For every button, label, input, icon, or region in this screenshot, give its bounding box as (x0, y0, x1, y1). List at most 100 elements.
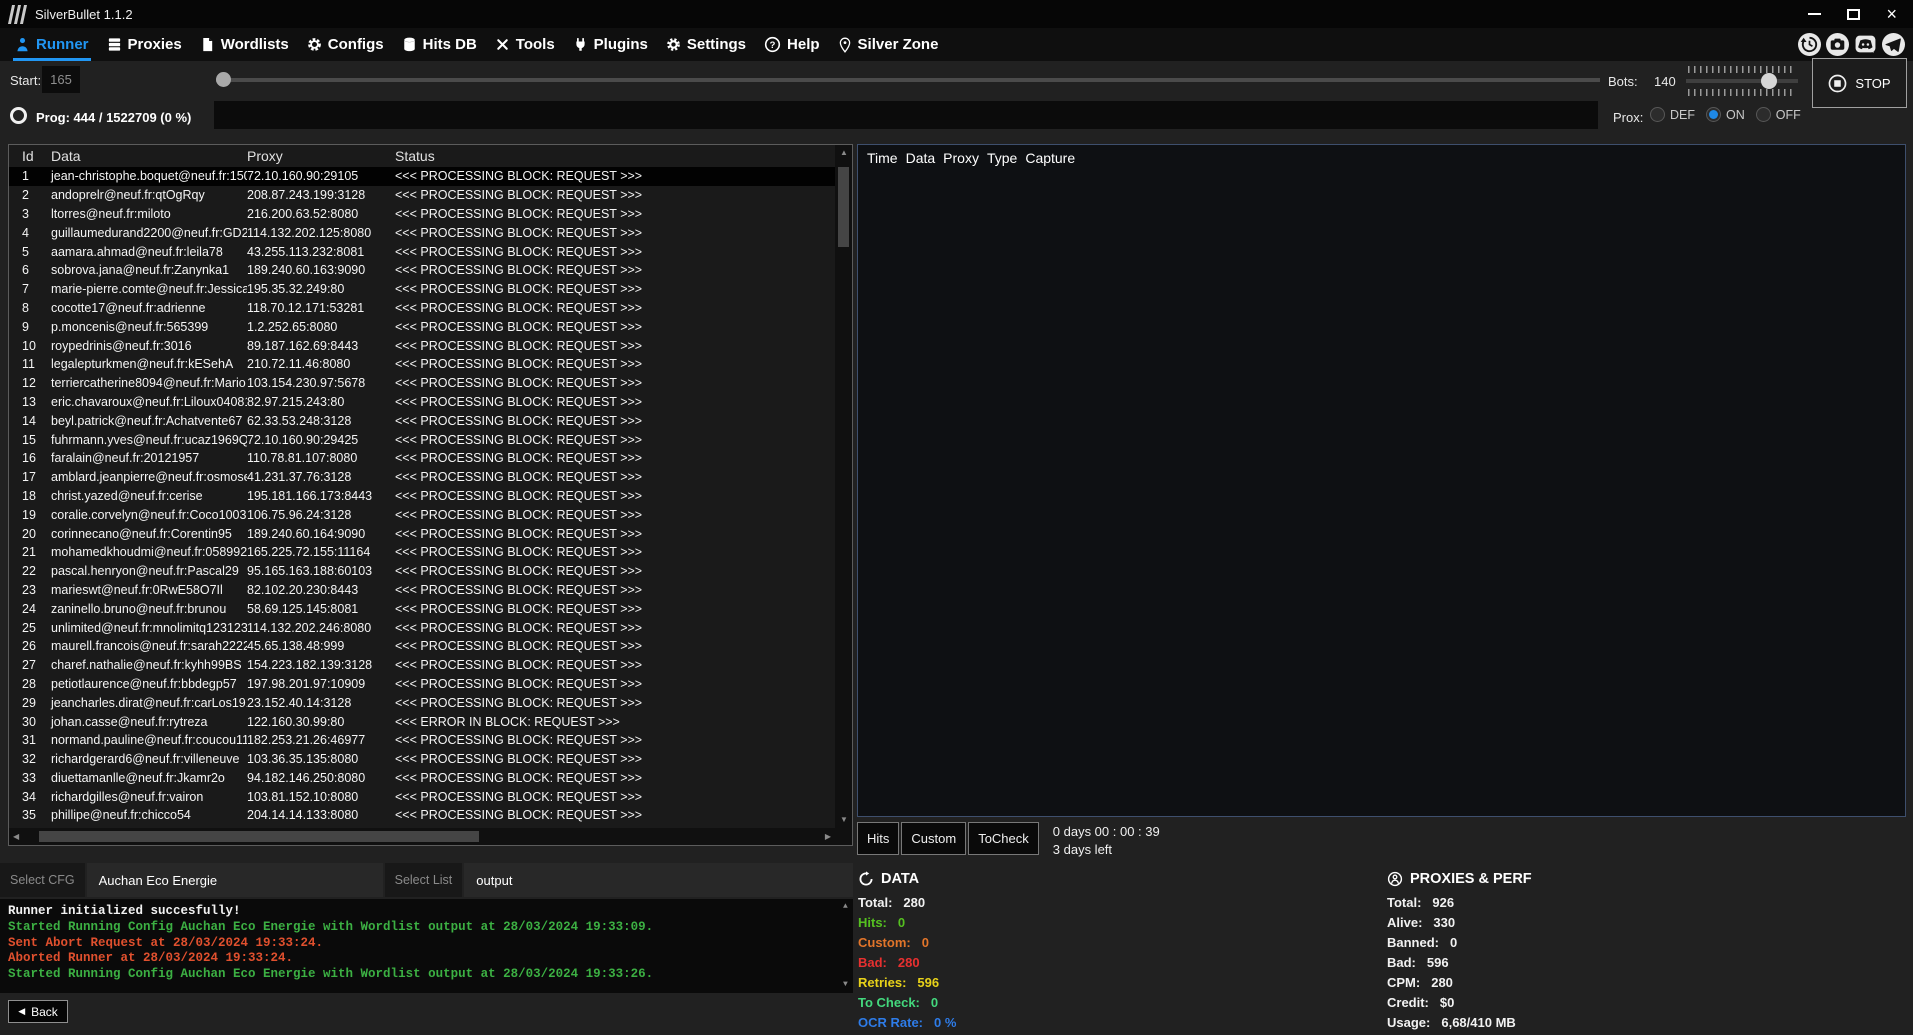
minimize-button[interactable] (1808, 13, 1821, 15)
start-input[interactable]: 165 (42, 66, 80, 93)
radio-icon[interactable] (1706, 107, 1721, 122)
prox-option-on[interactable]: ON (1706, 107, 1745, 122)
tab-tocheck[interactable]: ToCheck (968, 822, 1039, 855)
table-row[interactable]: 19coralie.corvelyn@neuf.fr:Coco10039106.… (9, 505, 835, 524)
vertical-scrollbar-thumb[interactable] (838, 167, 849, 247)
table-row[interactable]: 5aamara.ahmad@neuf.fr:leila7843.255.113.… (9, 242, 835, 261)
vertical-scrollbar[interactable]: ▲ ▼ (835, 145, 852, 828)
log-line: Started Running Config Auchan Eco Energi… (8, 920, 837, 936)
stat-line: Total:280 (858, 892, 956, 912)
table-row[interactable]: 28petiotlaurence@neuf.fr:bbdegp57197.98.… (9, 675, 835, 694)
table-cell: marieswt@neuf.fr:0RwE58O7Il (49, 583, 247, 597)
table-row[interactable]: 14beyl.patrick@neuf.fr:Achatvente6762.33… (9, 411, 835, 430)
close-button[interactable]: × (1886, 5, 1897, 23)
start-slider[interactable] (216, 72, 1600, 88)
table-row[interactable]: 10roypedrinis@neuf.fr:301689.187.162.69:… (9, 336, 835, 355)
tab-hits[interactable]: Hits (857, 822, 899, 855)
column-header-proxy[interactable]: Proxy (943, 150, 979, 166)
column-header-status[interactable]: Status (395, 148, 852, 164)
screenshot-icon[interactable] (1826, 33, 1849, 56)
back-button[interactable]: ◀ Back (8, 1000, 68, 1023)
prox-option-off[interactable]: OFF (1756, 107, 1801, 122)
radio-icon[interactable] (1650, 107, 1665, 122)
horizontal-scrollbar[interactable]: ◀ ▶ (9, 828, 835, 845)
table-row[interactable]: 13eric.chavaroux@neuf.fr:Liloux04081582.… (9, 393, 835, 412)
telegram-icon[interactable] (1882, 33, 1905, 56)
table-cell: <<< PROCESSING BLOCK: REQUEST >>> (395, 564, 835, 578)
column-header-capture[interactable]: Capture (1025, 150, 1075, 166)
table-row[interactable]: 35phillipe@neuf.fr:chicco54204.14.14.133… (9, 806, 835, 825)
table-row[interactable]: 3ltorres@neuf.fr:miloto216.200.63.52:808… (9, 205, 835, 224)
menu-item-configs[interactable]: Configs (298, 28, 393, 61)
menu-item-hits-db[interactable]: Hits DB (393, 28, 486, 61)
menu-item-runner[interactable]: Runner (6, 28, 98, 61)
start-slider-thumb[interactable] (216, 72, 231, 87)
menu-item-tools[interactable]: Tools (486, 28, 564, 61)
scroll-right-icon[interactable]: ▶ (825, 833, 831, 841)
column-header-data[interactable]: Data (49, 148, 247, 164)
table-row[interactable]: 7marie-pierre.comte@neuf.fr:Jessica3195.… (9, 280, 835, 299)
menu-item-proxies[interactable]: Proxies (98, 28, 191, 61)
table-row[interactable]: 6sobrova.jana@neuf.fr:Zanynka1189.240.60… (9, 261, 835, 280)
table-row[interactable]: 15fuhrmann.yves@neuf.fr:ucaz1969Q72.10.1… (9, 430, 835, 449)
menu-item-silver-zone[interactable]: Silver Zone (829, 28, 948, 61)
scroll-down-icon[interactable]: ▼ (843, 981, 848, 989)
table-row[interactable]: 12terriercatherine8094@neuf.fr:Mario103.… (9, 374, 835, 393)
table-row[interactable]: 25unlimited@neuf.fr:mnolimitq123123114.1… (9, 618, 835, 637)
bots-slider[interactable] (1686, 66, 1798, 96)
bots-slider-track[interactable] (1686, 79, 1798, 83)
table-row[interactable]: 22pascal.henryon@neuf.fr:Pascal2995.165.… (9, 562, 835, 581)
bots-slider-thumb[interactable] (1761, 73, 1777, 89)
column-header-proxy[interactable]: Proxy (247, 148, 395, 164)
table-row[interactable]: 32richardgerard6@neuf.fr:villeneuve103.3… (9, 750, 835, 769)
menu-item-plugins[interactable]: Plugins (564, 28, 657, 61)
table-row[interactable]: 34richardgilles@neuf.fr:vairon103.81.152… (9, 787, 835, 806)
table-row[interactable]: 33diuettamanlle@neuf.fr:Jkamr2o94.182.14… (9, 769, 835, 788)
stop-button[interactable]: STOP (1812, 58, 1907, 108)
column-header-id[interactable]: Id (9, 148, 49, 164)
horizontal-scrollbar-thumb[interactable] (39, 831, 479, 842)
column-header-type[interactable]: Type (987, 150, 1017, 166)
table-row[interactable]: 24zaninello.bruno@neuf.fr:brunou58.69.12… (9, 599, 835, 618)
tab-custom[interactable]: Custom (901, 822, 966, 855)
table-row[interactable]: 9p.moncenis@neuf.fr:5653991.2.252.65:808… (9, 317, 835, 336)
table-row[interactable]: 8cocotte17@neuf.fr:adrienne118.70.12.171… (9, 299, 835, 318)
scroll-left-icon[interactable]: ◀ (13, 833, 19, 841)
table-row[interactable]: 30johan.casse@neuf.fr:rytreza122.160.30.… (9, 712, 835, 731)
table-row[interactable]: 20corinnecano@neuf.fr:Corentin95189.240.… (9, 524, 835, 543)
prox-option-def[interactable]: DEF (1650, 107, 1695, 122)
scroll-up-icon[interactable]: ▲ (843, 903, 848, 911)
maximize-button[interactable] (1847, 9, 1860, 20)
column-header-data[interactable]: Data (906, 150, 936, 166)
menu-item-settings[interactable]: Settings (657, 28, 755, 61)
table-row[interactable]: 23marieswt@neuf.fr:0RwE58O7Il82.102.20.2… (9, 581, 835, 600)
table-row[interactable]: 2andoprelr@neuf.fr:qtOgRqy208.87.243.199… (9, 186, 835, 205)
table-row[interactable]: 27charef.nathalie@neuf.fr:kyhh99BS154.22… (9, 656, 835, 675)
menu-item-help[interactable]: ? Help (755, 28, 829, 61)
stat-value: 0 (931, 995, 938, 1010)
table-row[interactable]: 11legalepturkmen@neuf.fr:kESehA210.72.11… (9, 355, 835, 374)
progress-status-icon (10, 107, 27, 124)
wordlist-select-field[interactable]: output (464, 863, 853, 897)
table-row[interactable]: 16faralain@neuf.fr:20121957110.78.81.107… (9, 449, 835, 468)
table-row[interactable]: 29jeancharles.dirat@neuf.fr:carLos19123.… (9, 693, 835, 712)
start-slider-track[interactable] (216, 78, 1600, 82)
scroll-up-icon[interactable]: ▲ (840, 149, 848, 157)
cfg-select-field[interactable]: Auchan Eco Energie (87, 863, 383, 897)
radio-icon[interactable] (1756, 107, 1771, 122)
table-row[interactable]: 26maurell.francois@neuf.fr:sarah222245.6… (9, 637, 835, 656)
table-row[interactable]: 17amblard.jeanpierre@neuf.fr:osmose41.23… (9, 468, 835, 487)
table-row[interactable]: 18christ.yazed@neuf.fr:cerise195.181.166… (9, 487, 835, 506)
history-icon[interactable] (1798, 33, 1821, 56)
discord-icon[interactable] (1854, 33, 1877, 56)
table-row[interactable]: 1jean-christophe.boquet@neuf.fr:15072.10… (9, 167, 835, 186)
table-row[interactable]: 4guillaumedurand2200@neuf.fr:GD2114.132.… (9, 223, 835, 242)
table-cell: 23.152.40.14:3128 (247, 696, 395, 710)
menu-item-wordlists[interactable]: Wordlists (191, 28, 298, 61)
scroll-down-icon[interactable]: ▼ (840, 816, 848, 824)
table-row[interactable]: 31normand.pauline@neuf.fr:coucou11182.25… (9, 731, 835, 750)
log-scrollbar[interactable]: ▲ ▼ (839, 899, 853, 993)
gear-icon (666, 37, 681, 52)
column-header-time[interactable]: Time (867, 150, 898, 166)
table-row[interactable]: 21mohamedkhoudmi@neuf.fr:058992165.225.7… (9, 543, 835, 562)
